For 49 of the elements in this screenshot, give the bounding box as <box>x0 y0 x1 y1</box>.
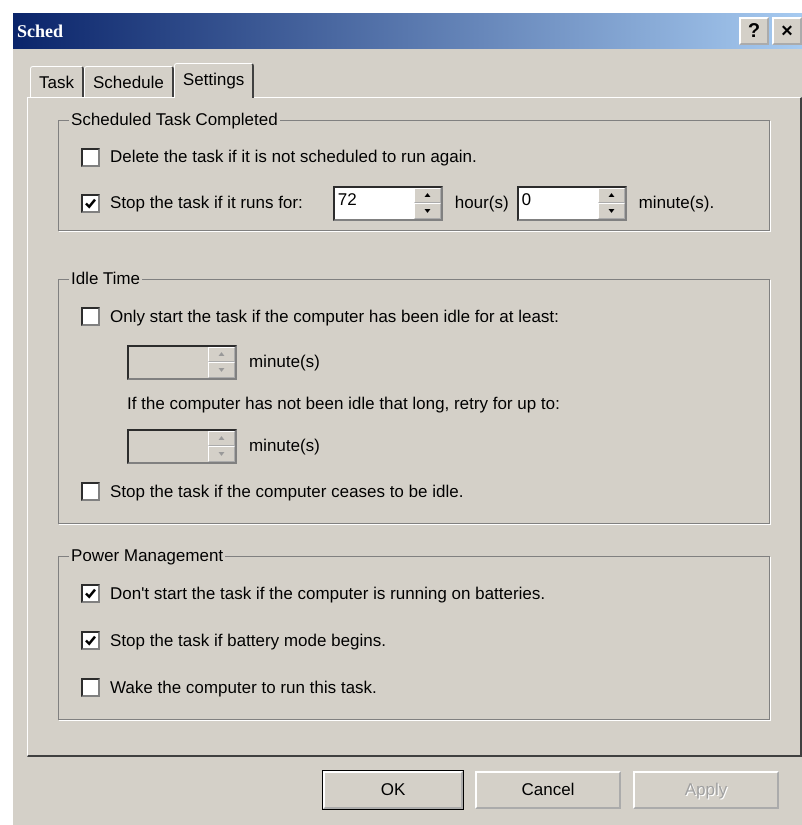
dialog-button[interactable]: Cancel <box>475 771 621 809</box>
up-arrow-icon <box>608 193 615 198</box>
unit-label: minute(s) <box>249 352 320 372</box>
up-arrow-icon <box>218 436 225 440</box>
up-arrow-icon <box>218 352 225 356</box>
field-value: 0 <box>522 190 532 208</box>
hint-text: If the computer has not been idle that long, retry for up to: <box>127 394 560 414</box>
checkbox[interactable] <box>81 678 100 697</box>
checkbox[interactable] <box>81 307 100 326</box>
checkbox-label: Delete the task if it is not scheduled to run again. <box>110 147 477 167</box>
window-title: Sched <box>17 20 64 42</box>
checkbox[interactable] <box>81 482 100 501</box>
spin-field[interactable]: 0 <box>516 186 627 220</box>
spin-field[interactable]: 72 <box>332 186 443 220</box>
check-mark-icon <box>84 634 97 647</box>
group-title: Power Management <box>70 546 224 566</box>
spin-up-button[interactable] <box>598 188 625 203</box>
spin-up-button[interactable] <box>414 188 441 203</box>
checkbox[interactable] <box>81 194 100 212</box>
down-arrow-icon <box>608 208 615 213</box>
down-arrow-icon <box>218 368 225 372</box>
checkbox-label: Stop the task if battery mode begins. <box>110 630 386 650</box>
group-title: Scheduled Task Completed <box>70 110 279 130</box>
help-button[interactable]: ? <box>739 17 769 45</box>
close-button[interactable]: × <box>772 17 802 45</box>
check-mark-icon <box>84 587 97 600</box>
checkbox-label: Don't start the task if the computer is running on batteries. <box>110 584 546 604</box>
checkbox-label: Stop the task if the computer ceases to be idle. <box>110 482 464 502</box>
checkbox[interactable] <box>81 584 100 603</box>
checkbox-label: Wake the computer to run this task. <box>110 678 377 698</box>
checkbox[interactable] <box>81 148 100 166</box>
dialog-button[interactable]: OK <box>323 771 463 809</box>
checkbox[interactable] <box>81 631 100 650</box>
tab[interactable]: Task <box>30 66 84 97</box>
checkbox-label: Stop the task if it runs for: <box>110 193 303 213</box>
tab[interactable]: Settings <box>174 63 254 98</box>
down-arrow-icon <box>218 452 225 456</box>
unit-label: minute(s). <box>638 193 714 213</box>
group-title: Idle Time <box>70 269 141 289</box>
spin-down-button[interactable] <box>414 203 441 218</box>
field-value: 72 <box>338 190 357 208</box>
unit-label: hour(s) <box>454 193 509 213</box>
up-arrow-icon <box>424 193 431 198</box>
down-arrow-icon <box>424 208 431 213</box>
spin-down-button[interactable] <box>598 203 625 218</box>
tab[interactable]: Schedule <box>84 66 174 97</box>
check-mark-icon <box>84 196 97 210</box>
checkbox-label: Only start the task if the computer has been idle for at least: <box>110 306 559 326</box>
unit-label: minute(s) <box>249 436 320 456</box>
